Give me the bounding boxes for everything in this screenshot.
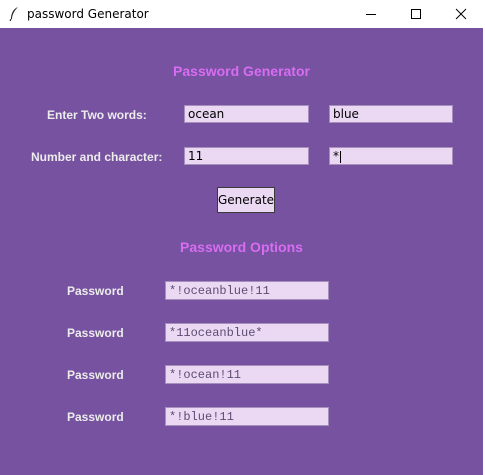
password-label-2: Password — [67, 326, 124, 340]
word2-input[interactable] — [329, 105, 453, 123]
close-button[interactable] — [438, 0, 484, 28]
character-value: * — [333, 149, 339, 163]
password-label-1: Password — [67, 284, 124, 298]
minimize-button[interactable] — [348, 0, 394, 28]
maximize-icon — [411, 9, 421, 19]
maximize-button[interactable] — [393, 0, 439, 28]
password-output-1[interactable] — [165, 281, 329, 300]
password-output-2[interactable] — [165, 323, 329, 342]
minimize-icon — [366, 14, 376, 15]
generator-heading: Password Generator — [173, 63, 310, 79]
number-input[interactable] — [184, 147, 309, 165]
character-input[interactable]: * — [329, 147, 453, 165]
generate-button[interactable]: Generate — [217, 187, 275, 213]
feather-icon — [8, 6, 20, 22]
password-label-4: Password — [67, 410, 124, 424]
window-title: password Generator — [27, 7, 149, 21]
password-label-3: Password — [67, 368, 124, 382]
password-output-4[interactable] — [165, 407, 329, 426]
password-output-3[interactable] — [165, 365, 329, 384]
app-window-body: Password Generator Enter Two words: Numb… — [0, 28, 483, 475]
password-options-heading: Password Options — [180, 239, 303, 255]
text-cursor — [340, 150, 341, 163]
close-icon — [455, 8, 467, 20]
number-character-label: Number and character: — [31, 150, 163, 164]
word1-input[interactable] — [184, 105, 309, 123]
words-label: Enter Two words: — [47, 108, 147, 122]
title-bar: password Generator — [0, 0, 485, 28]
